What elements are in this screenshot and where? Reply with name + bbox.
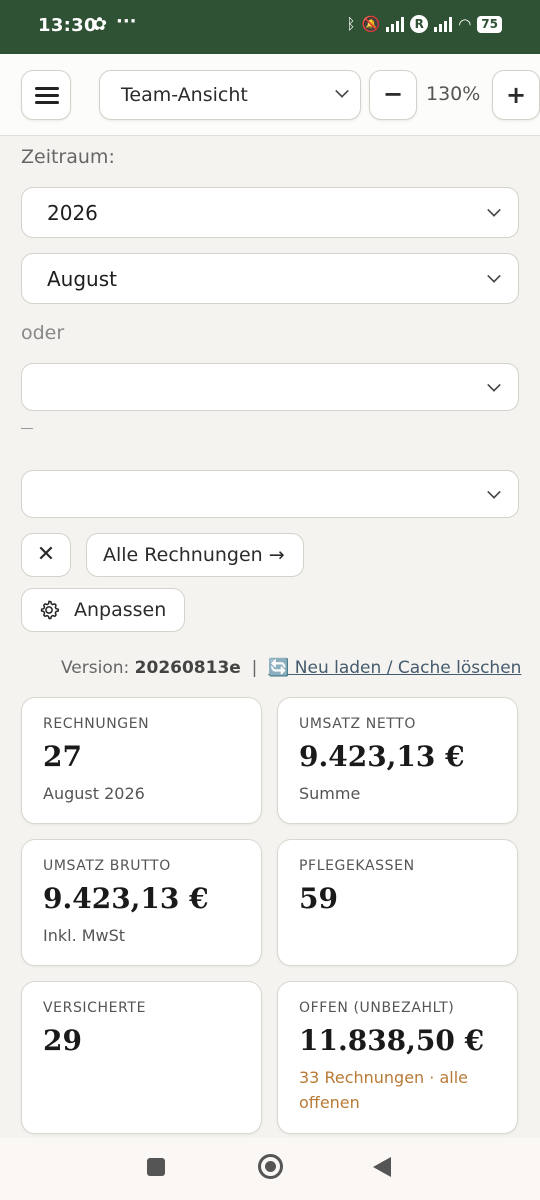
or-label: oder <box>21 322 65 344</box>
zoom-in-button[interactable]: + <box>492 70 540 120</box>
stat-subtext: Inkl. MwSt <box>43 926 126 945</box>
version-line: Version: 20260813e | 🔄 Neu laden / Cache… <box>61 658 521 678</box>
version-prefix: Version: <box>61 658 130 678</box>
stat-value: 9.423,13 € <box>43 882 209 915</box>
range-separator <box>21 428 33 429</box>
chevron-down-icon <box>487 269 501 283</box>
system-nav-bar <box>0 1138 540 1200</box>
month-select-value: August <box>47 267 117 291</box>
back-button[interactable] <box>373 1157 391 1177</box>
stat-card-care-funds: PFLEGEKASSEN 59 <box>277 839 518 966</box>
zoom-out-button[interactable]: − <box>369 70 417 120</box>
version-separator: | <box>251 658 258 678</box>
stat-value: 59 <box>299 882 338 915</box>
stat-subtext: August 2026 <box>43 784 145 803</box>
zoom-level: 130% <box>426 83 481 105</box>
stat-card-revenue-net: UMSATZ NETTO 9.423,13 € Summe <box>277 697 518 824</box>
stat-subtext: Summe <box>299 784 361 803</box>
stat-label: OFFEN (UNBEZAHLT) <box>299 1000 455 1016</box>
app-toolbar: Team-Ansicht − 130% + <box>0 54 540 136</box>
wifi-icon: ◠ <box>458 15 472 33</box>
period-label: Zeitraum: <box>21 146 115 168</box>
hamburger-icon <box>35 87 59 104</box>
view-select[interactable]: Team-Ansicht <box>99 70 361 120</box>
menu-button[interactable] <box>21 70 71 120</box>
reload-link[interactable]: 🔄 Neu laden / Cache löschen <box>268 658 521 678</box>
stat-label: UMSATZ BRUTTO <box>43 858 171 874</box>
chevron-down-icon <box>487 485 501 499</box>
stat-card-insured: VERSICHERTE 29 <box>21 981 262 1134</box>
range-from-select[interactable] <box>21 363 519 411</box>
status-bar: 13:30 ✿ ··· ᛒ 🔕 R ◠ 75 <box>0 0 540 54</box>
reload-label: Neu laden / Cache löschen <box>294 658 522 678</box>
home-button[interactable] <box>258 1154 283 1179</box>
stat-value: 29 <box>43 1024 82 1057</box>
network-badge: R <box>410 15 429 33</box>
stat-card-invoices: RECHNUNGEN 27 August 2026 <box>21 697 262 824</box>
version-value: 20260813e <box>134 658 241 678</box>
stat-value: 27 <box>43 740 82 773</box>
chevron-down-icon <box>487 378 501 392</box>
signal-icon <box>386 16 405 32</box>
gear-icon <box>40 600 59 620</box>
stat-card-open-unpaid: OFFEN (UNBEZAHLT) 11.838,50 € 33 Rechnun… <box>277 981 518 1134</box>
close-icon: ✕ <box>36 542 56 567</box>
customize-label: Anpassen <box>74 599 167 621</box>
stat-label: UMSATZ NETTO <box>299 716 416 732</box>
customize-button[interactable]: Anpassen <box>21 588 185 632</box>
open-invoices-link[interactable]: 33 Rechnungen · alle offenen <box>299 1065 499 1115</box>
refresh-icon: 🔄 <box>268 658 290 678</box>
year-select[interactable]: 2026 <box>21 187 519 238</box>
more-icon: ··· <box>116 11 137 32</box>
signal-icon <box>434 16 453 32</box>
home-icon <box>265 1161 276 1172</box>
leaf-icon: ✿ <box>92 14 108 35</box>
stat-value: 9.423,13 € <box>299 740 465 773</box>
chevron-down-icon <box>487 203 501 217</box>
view-select-value: Team-Ansicht <box>121 84 248 106</box>
mute-icon: 🔕 <box>361 15 381 33</box>
stat-card-revenue-gross: UMSATZ BRUTTO 9.423,13 € Inkl. MwSt <box>21 839 262 966</box>
month-select[interactable]: August <box>21 253 519 304</box>
status-icons: ᛒ 🔕 R ◠ 75 <box>346 15 502 33</box>
stat-label: RECHNUNGEN <box>43 716 150 732</box>
stat-label: PFLEGEKASSEN <box>299 858 415 874</box>
battery-icon: 75 <box>477 15 502 33</box>
recents-button[interactable] <box>147 1158 165 1176</box>
clear-filter-button[interactable]: ✕ <box>21 533 71 577</box>
range-to-select[interactable] <box>21 470 519 518</box>
status-time: 13:30 <box>38 15 97 36</box>
bluetooth-icon: ᛒ <box>346 15 356 33</box>
all-invoices-button[interactable]: Alle Rechnungen → <box>86 533 304 577</box>
year-select-value: 2026 <box>47 201 98 225</box>
stat-value: 11.838,50 € <box>299 1024 485 1057</box>
stat-label: VERSICHERTE <box>43 1000 147 1016</box>
chevron-down-icon <box>335 84 349 98</box>
